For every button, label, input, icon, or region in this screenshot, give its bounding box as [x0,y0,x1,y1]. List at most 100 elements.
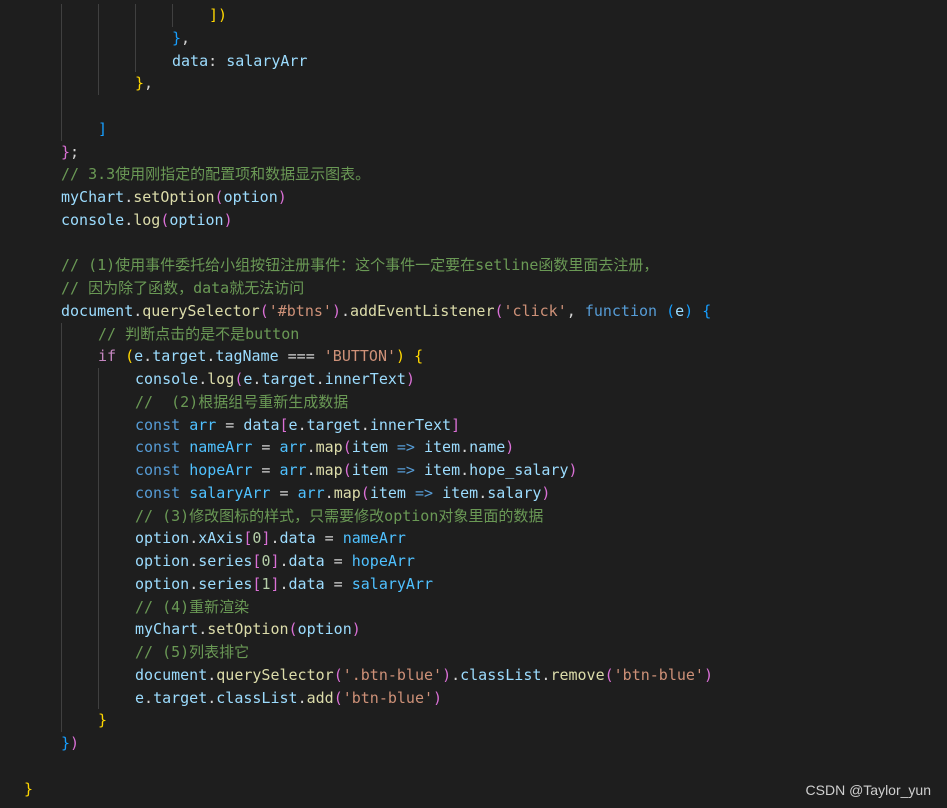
code-token: . [207,688,217,707]
code-token: ( [494,301,504,320]
indent-guide [135,4,136,73]
code-token: ( [259,301,269,320]
code-token: ( [360,483,370,502]
code-line: const hopeArr = arr.map(item => item.hop… [135,459,578,481]
code-line: document.querySelector('#btns').addEvent… [61,300,711,322]
code-token: === [278,347,324,366]
indent-guide [172,4,173,27]
code-token: . [143,347,153,366]
code-token: . [451,665,461,684]
code-token: ) [703,665,713,684]
code-line: myChart.setOption(option) [135,618,361,640]
code-line: }; [61,141,79,163]
code-token: document [135,665,208,684]
code-token: } [61,734,71,752]
code-token: , [181,28,191,47]
code-line: }, [135,72,153,94]
code-token: . [306,461,316,479]
code-token: . [124,210,134,229]
code-token: } [61,142,71,161]
code-token: map [333,483,361,502]
code-line: } [98,709,107,731]
code-token: . [270,529,280,548]
code-editor[interactable]: ])}, data: salaryArr},]};// 3.3使用刚指定的配置项和… [0,0,947,808]
code-token: ) [568,461,578,479]
code-token: = [252,461,280,479]
code-token: = [216,415,244,434]
code-token: addEventListener [350,301,495,320]
code-token: const [135,438,181,457]
code-token: . [133,301,143,320]
code-token: . [315,370,325,388]
code-token: item [351,461,388,479]
code-token: '.btn-blue' [342,665,443,684]
code-token: [ [279,415,289,434]
code-token: 'click' [503,301,567,320]
code-token: ) [684,301,694,320]
code-token: ( [666,301,676,320]
code-line: // (5)列表排它 [135,641,249,663]
code-token: ) [70,734,80,752]
code-token: data [172,51,209,70]
code-token: , [566,301,585,320]
code-token: target [261,370,316,388]
code-token: ( [333,688,343,707]
indent-guide [61,4,62,141]
code-token: myChart [61,188,125,206]
code-line: if (e.target.tagName === 'BUTTON') { [98,345,423,367]
code-token: , [144,74,154,93]
code-token: if [98,347,117,366]
code-line: }) [61,732,79,754]
code-token: . [460,438,470,457]
code-token: ) [223,210,233,229]
code-token: option [297,620,352,639]
code-token: 'btn-blue' [342,688,434,707]
code-token: ; [70,142,80,161]
code-line: const salaryArr = arr.map(item => item.s… [135,482,550,504]
code-line: const arr = data[e.target.innerText] [135,414,460,436]
code-token: innerText [324,370,406,388]
code-token: myChart [135,620,199,639]
code-token: log [133,210,161,229]
code-line: option.series[1].data = salaryArr [135,573,433,595]
code-token: // 因为除了函数，data就无法访问 [61,279,305,297]
code-token: document [61,301,134,320]
code-token: querySelector [216,665,334,684]
code-token: e [288,415,298,434]
code-token: option [135,529,190,548]
code-token: arr [279,438,307,457]
code-line: console.log(e.target.innerText) [135,368,415,390]
code-token: e [135,688,145,707]
code-token: . [360,415,370,434]
code-line: }, [172,27,190,49]
code-token: ) [541,483,551,502]
code-token: ] [270,552,280,570]
code-token: ( [342,461,352,479]
code-token: . [460,461,470,479]
code-token: = [270,483,298,502]
code-token: . [324,483,334,502]
code-token: classList [216,688,298,707]
code-token: . [340,301,350,320]
code-token: ) [505,438,515,457]
code-line: e.target.classList.add('btn-blue') [135,687,442,709]
code-token: ( [214,188,224,206]
code-line: // 因为除了函数，data就无法访问 [61,277,304,299]
code-token: tagName [215,347,279,366]
code-token: data [279,529,316,548]
code-token: . [198,370,208,388]
code-token: = [324,552,352,570]
code-token: ] [451,415,461,434]
code-token: console [135,370,199,388]
code-token: data [288,552,325,570]
code-token: ( [342,438,352,457]
